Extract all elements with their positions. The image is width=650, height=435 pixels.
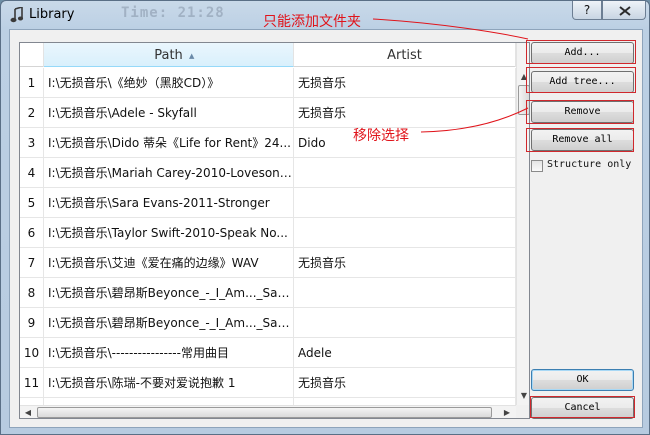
vertical-scroll-thumb[interactable] [518,85,529,115]
row-artist: 无损音乐 [294,68,516,98]
cancel-button[interactable]: Cancel [531,397,634,419]
background-ghost-text: Time: 21:28 [121,5,225,21]
column-header-number[interactable] [20,43,44,67]
row-number: 1 [20,68,44,98]
table-row[interactable]: 7 I:\无损音乐\艾迪《爱在痛的边缘》WAV 无损音乐 [20,248,516,278]
scroll-right-arrow-icon[interactable]: ▶ [499,406,515,418]
close-button[interactable] [602,1,646,20]
row-path: I:\无损音乐\艾迪《爱在痛的边缘》WAV [44,248,294,278]
row-artist: 无损音乐 [294,98,516,128]
scroll-left-arrow-icon[interactable]: ◀ [20,406,36,418]
scroll-up-arrow-icon[interactable]: ▲ [517,69,529,85]
table-row[interactable]: 1 I:\无损音乐\《绝妙（黑胶CD）》 无损音乐 [20,68,516,98]
row-path: I:\无损音乐\陈瑞-不要对爱说抱歉 1 [44,368,294,398]
row-number: 4 [20,158,44,188]
row-artist [294,188,516,218]
annotation-add-folder-only: 只能添加文件夹 [263,14,361,30]
ok-button[interactable]: OK [531,369,634,391]
row-path: I:\无损音乐\Adele - Skyfall [44,98,294,128]
row-path: I:\无损音乐\Sara Evans-2011-Stronger [44,188,294,218]
row-number: 8 [20,278,44,308]
table-header: ▲ Path Artist [20,43,516,67]
add-tree-button[interactable]: Add tree... [531,71,634,93]
row-number: 5 [20,188,44,218]
help-icon: ? [583,3,591,17]
table-row[interactable]: 9 I:\无损音乐\碧昂斯Beyonce_-_I_Am..._Sas... [20,308,516,338]
scrollbar-corner [516,405,529,418]
table-row[interactable]: 5 I:\无损音乐\Sara Evans-2011-Stronger [20,188,516,218]
row-artist [294,278,516,308]
row-path: I:\无损音乐\Dido 蒂朵《Life for Rent》24... [44,128,294,158]
row-path: I:\无损音乐\----------------常用曲目 [44,338,294,368]
row-number: 2 [20,98,44,128]
row-number: 3 [20,128,44,158]
row-path: I:\无损音乐\《绝妙（黑胶CD）》 [44,68,294,98]
help-button[interactable]: ? [572,1,602,20]
row-artist: Adele [294,338,516,368]
row-path: I:\无损音乐\Taylor Swift-2010-Speak No... [44,218,294,248]
remove-button[interactable]: Remove [531,101,634,123]
add-button[interactable]: Add... [531,42,634,64]
table-row[interactable]: 10 I:\无损音乐\----------------常用曲目 Adele [20,338,516,368]
music-note-icon [10,7,24,23]
row-artist: 无损音乐 [294,248,516,278]
row-number: 9 [20,308,44,338]
horizontal-scroll-thumb[interactable] [37,407,492,418]
table-body: 1 I:\无损音乐\《绝妙（黑胶CD）》 无损音乐 2 I:\无损音乐\Adele - … [20,68,516,418]
window-title: Library [29,7,75,22]
library-dialog: Library Time: 21:28 ? ▲ Path Artist 1 I:\… [0,0,650,435]
table-row[interactable]: 8 I:\无损音乐\碧昂斯Beyonce_-_I_Am..._Sas... [20,278,516,308]
dialog-client-area: ▲ Path Artist 1 I:\无损音乐\《绝妙（黑胶CD）》 无损音乐 2 I:… [9,29,643,428]
table-row[interactable]: 11 I:\无损音乐\陈瑞-不要对爱说抱歉 1 无损音乐 [20,368,516,398]
table-row[interactable]: 2 I:\无损音乐\Adele - Skyfall 无损音乐 [20,98,516,128]
row-number: 10 [20,338,44,368]
structure-only-checkbox[interactable] [531,160,543,172]
column-header-path[interactable]: ▲ Path [44,43,294,67]
column-header-path-label: Path [154,48,183,63]
table-row[interactable]: 3 I:\无损音乐\Dido 蒂朵《Life for Rent》24... Dido [20,128,516,158]
close-icon [619,6,631,16]
row-artist: 无损音乐 [294,368,516,398]
table-row[interactable]: 4 I:\无损音乐\Mariah Carey-2010-Lovesongs [20,158,516,188]
horizontal-scrollbar[interactable]: ◀ ▶ [20,405,516,418]
table-row[interactable]: 6 I:\无损音乐\Taylor Swift-2010-Speak No... [20,218,516,248]
row-artist [294,158,516,188]
row-number: 6 [20,218,44,248]
vertical-scrollbar[interactable]: ▲ ▼ [516,43,529,405]
scroll-down-arrow-icon[interactable]: ▼ [517,388,529,404]
row-artist [294,308,516,338]
annotation-remove-selection: 移除选择 [353,128,409,144]
row-number: 11 [20,368,44,398]
remove-all-button[interactable]: Remove all [531,129,634,151]
library-table[interactable]: ▲ Path Artist 1 I:\无损音乐\《绝妙（黑胶CD）》 无损音乐 2 I:… [19,42,530,419]
row-path: I:\无损音乐\碧昂斯Beyonce_-_I_Am..._Sas... [44,308,294,338]
sort-ascending-icon: ▲ [189,52,195,60]
row-artist [294,218,516,248]
structure-only-label: Structure only [547,159,632,170]
column-header-artist[interactable]: Artist [294,43,516,67]
row-number: 7 [20,248,44,278]
row-path: I:\无损音乐\碧昂斯Beyonce_-_I_Am..._Sas... [44,278,294,308]
row-path: I:\无损音乐\Mariah Carey-2010-Lovesongs [44,158,294,188]
